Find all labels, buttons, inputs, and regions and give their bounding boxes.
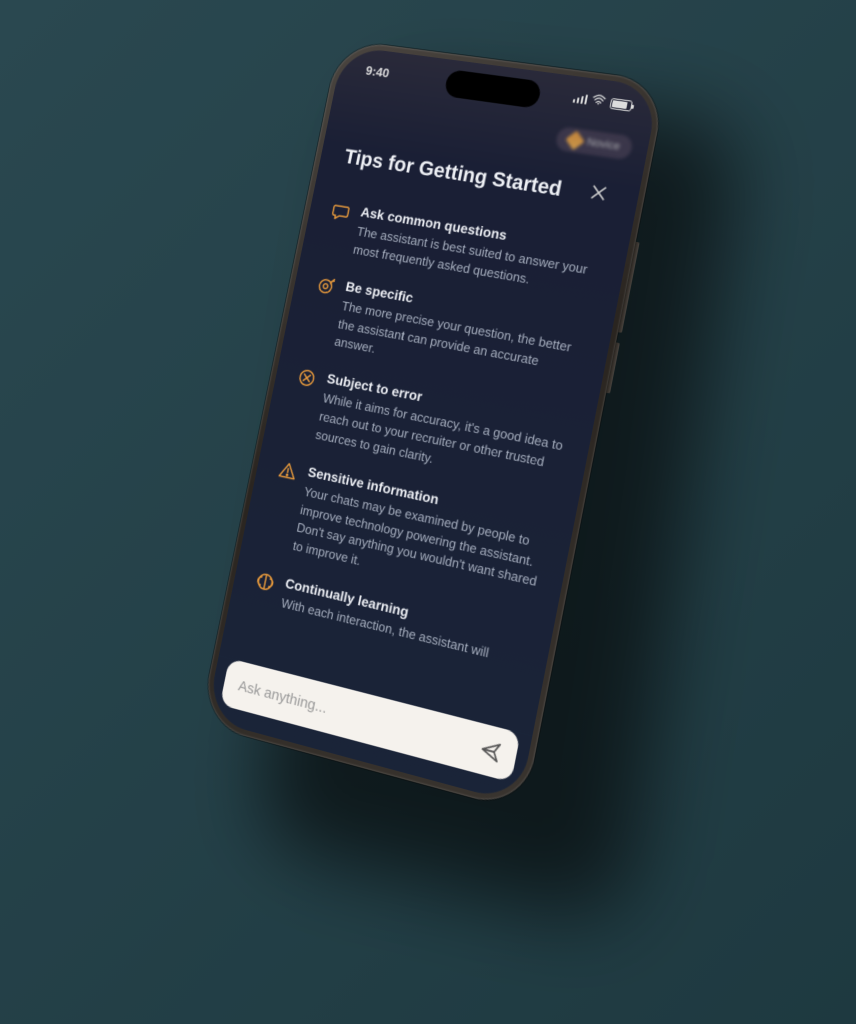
send-button[interactable] — [472, 731, 510, 772]
wifi-icon — [591, 93, 607, 109]
tip-description: With each interaction, the assistant wil… — [279, 594, 526, 672]
warning-triangle-icon — [275, 457, 301, 485]
signal-icon — [572, 93, 588, 105]
battery-icon — [609, 97, 633, 111]
badge-label: Novice — [586, 136, 621, 153]
status-time: 9:40 — [359, 62, 391, 80]
target-icon — [313, 273, 339, 300]
status-icons — [572, 91, 634, 113]
level-badge[interactable]: Novice — [555, 126, 634, 160]
speech-bubble-icon — [328, 199, 354, 225]
brain-icon — [252, 568, 278, 596]
error-circle-icon — [294, 365, 320, 392]
close-button[interactable] — [581, 177, 615, 215]
